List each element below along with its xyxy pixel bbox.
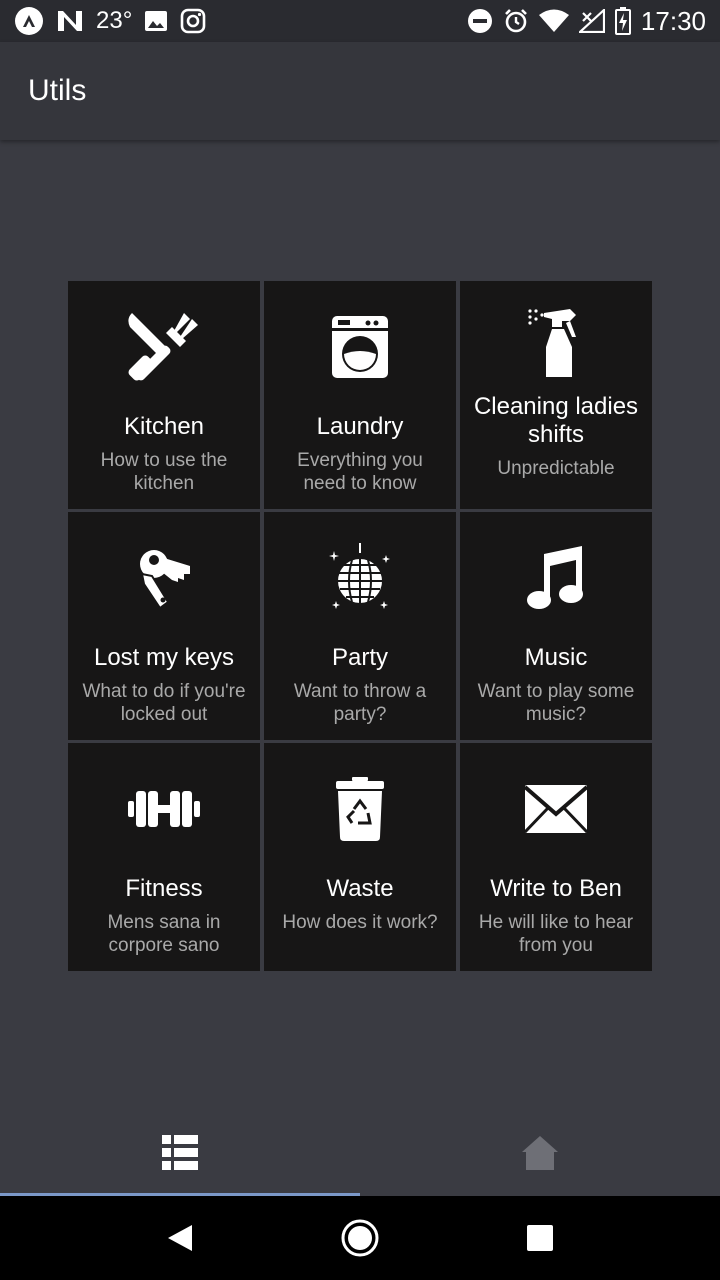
back-button[interactable] [150,1208,210,1268]
tile-fitness[interactable]: Fitness Mens sana in corpore sano [68,743,260,971]
utils-grid: Kitchen How to use the kitchen Laundry E… [68,281,652,971]
tile-write-to-ben[interactable]: Write to Ben He will like to hear from y… [460,743,652,971]
tile-title: Waste [326,875,394,902]
system-nav-bar [0,1196,720,1280]
tile-subtitle: Want to throw a party? [293,681,427,725]
clock: 17:30 [640,5,706,36]
tile-title: Kitchen [123,413,205,440]
tile-party[interactable]: Party Want to throw a party? [264,512,456,740]
tile-title: Fitness [125,875,203,902]
tile-title: Laundry [316,413,404,440]
home-icon [522,1136,558,1170]
tile-laundry[interactable]: Laundry Everything you need to know [264,281,456,509]
recents-button[interactable] [510,1208,570,1268]
home-button[interactable] [330,1208,390,1268]
tab-list[interactable] [0,1110,360,1196]
tile-title: Write to Ben [490,875,622,902]
back-triangle-icon [166,1223,194,1253]
spray-bottle-icon [516,307,596,381]
alarm-icon [503,8,529,34]
do-not-disturb-icon [467,8,493,34]
tile-subtitle: Unpredictable [497,458,615,479]
battery-charging-icon [614,7,631,35]
tile-subtitle: How does it work? [282,912,438,933]
tile-lost-keys[interactable]: Lost my keys What to do if you're locked… [68,512,260,740]
signal-icon [578,9,605,33]
washing-machine-icon [320,307,400,387]
tile-title: Music [524,644,588,671]
instagram-icon [180,8,206,34]
temperature-text: 23° [96,7,133,34]
tile-cleaning[interactable]: Cleaning ladies shifts Unpredictable [460,281,652,509]
tile-subtitle: He will like to hear from you [478,912,634,956]
app-bar: Utils [0,42,720,140]
home-circle-icon [340,1218,380,1258]
envelope-icon [516,769,596,849]
music-note-icon [516,538,596,618]
tile-waste[interactable]: Waste How does it work? [264,743,456,971]
bottom-nav [0,1110,720,1196]
tile-subtitle: Everything you need to know [297,450,423,494]
kitchen-utensils-icon [124,307,204,387]
n-logo-icon [56,9,84,33]
tile-subtitle: Mens sana in corpore sano [107,912,221,956]
dumbbell-icon [124,769,204,849]
tab-home[interactable] [360,1110,720,1196]
tile-title: Lost my keys [93,644,235,671]
wifi-icon [538,9,569,33]
recents-square-icon [526,1224,554,1252]
image-icon [144,10,168,32]
status-bar: 23° 17:30 [0,0,720,42]
recycle-bin-icon [320,769,400,849]
app-logo-icon [14,6,44,36]
tile-title: Cleaning ladies shifts [473,393,639,448]
tile-subtitle: How to use the kitchen [100,450,228,494]
tile-subtitle: What to do if you're locked out [82,681,246,725]
tile-music[interactable]: Music Want to play some music? [460,512,652,740]
tile-kitchen[interactable]: Kitchen How to use the kitchen [68,281,260,509]
tile-subtitle: Want to play some music? [477,681,635,725]
tile-title: Party [331,644,388,671]
disco-ball-icon [320,538,400,618]
page-title: Utils [28,74,87,107]
keys-icon [124,538,204,618]
list-icon [162,1135,198,1171]
